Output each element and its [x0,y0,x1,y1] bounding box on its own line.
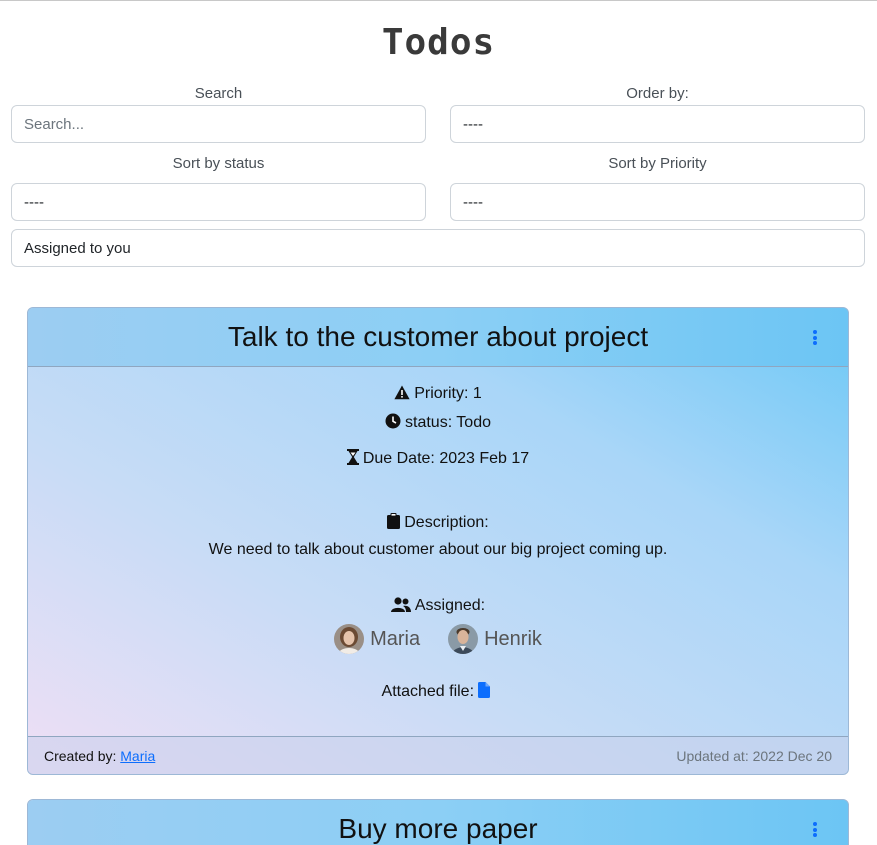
assigned-filter-select[interactable]: Assigned to you [11,229,865,267]
todo-card-body: Priority: 1 status: Todo Due Date: 2023 … [28,367,848,736]
assignee-name: Henrik [484,627,542,650]
assigned-label-row: Assigned: [28,597,848,615]
order-by-label: Order by: [626,85,689,102]
todo-card-footer: Created by: Maria Updated at: 2022 Dec 2… [28,736,848,774]
assignee-name: Maria [370,627,421,650]
created-by-label: Created by: [44,747,117,764]
avatar [448,624,479,654]
assignee-henrik[interactable]: Henrik [448,624,542,654]
hourglass-icon [346,449,359,465]
due-date-text: Due Date: 2023 Feb 17 [362,450,530,467]
status-row: status: Todo [28,413,848,432]
updated-at: Updated at: 2022 Dec 20 [676,747,832,764]
sort-status-label: Sort by status [172,155,265,172]
clipboard-icon [387,513,401,529]
avatar [334,624,365,654]
page-title: Todos [381,22,496,63]
sort-priority-select[interactable]: ---- [450,183,865,221]
priority-text: Priority: 1 [414,385,482,402]
kebab-menu-icon[interactable] [810,329,820,345]
attached-file-row: Attached file: [28,682,848,701]
warning-triangle-icon [394,385,410,400]
todo-card-header: Buy more paper [28,800,848,845]
clock-icon [385,413,401,429]
priority-row: Priority: 1 [28,385,848,403]
search-label: Search [194,85,243,102]
todo-title: Talk to the customer about project [227,321,649,352]
todo-card-header: Talk to the customer about project [28,308,848,367]
kebab-menu-icon[interactable] [810,821,820,837]
todo-card: Buy more paper [27,799,849,845]
created-by-link[interactable]: Maria [120,748,155,764]
sort-priority-label: Sort by Priority [608,155,707,172]
file-icon[interactable] [478,682,491,698]
created-by: Created by: Maria [44,748,155,764]
description-label: Description: [404,514,489,531]
users-icon [390,597,411,612]
attached-file-label: Attached file: [381,683,475,700]
todo-title: Buy more paper [338,813,538,844]
todo-card: Talk to the customer about project Prior… [27,307,849,775]
search-input[interactable]: Search... [11,105,426,143]
due-row: Due Date: 2023 Feb 17 [28,449,848,468]
description-label-row: Description: [28,513,848,532]
assigned-label: Assigned: [414,597,486,614]
order-by-select[interactable]: ---- [450,105,865,143]
top-border [0,0,877,1]
sort-status-select[interactable]: ---- [11,183,426,221]
description-text: We need to talk about customer about our… [208,541,668,558]
assignee-list: Maria Henrik [28,624,848,654]
assignee-maria[interactable]: Maria [334,624,420,654]
status-text: status: Todo [405,414,491,431]
